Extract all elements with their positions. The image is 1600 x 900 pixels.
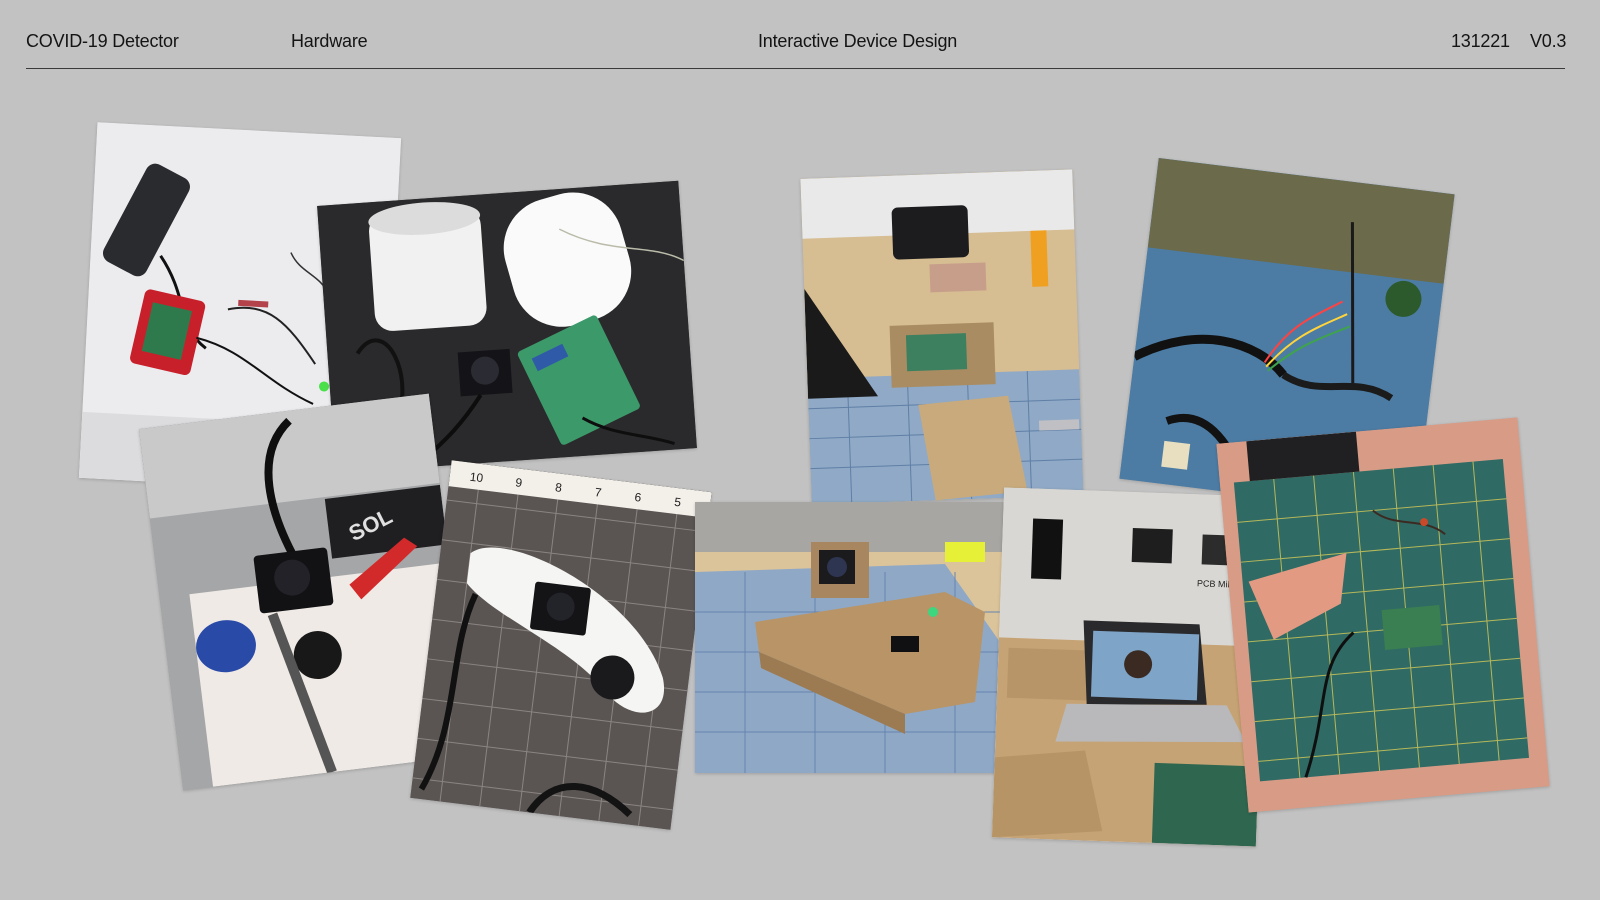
photo-cardboard-box [695,502,1007,773]
page-header: COVID-19 Detector Hardware Interactive D… [0,0,1600,70]
photo-workbench [800,169,1084,505]
photo-cutting-mat-image [1216,417,1550,813]
ruler-mark-10: 10 [469,470,484,486]
date-label: 131221 [1451,31,1510,51]
photo-board-on-mat-image: 10 9 8 7 6 5 [410,460,712,830]
photo-cardboard-box-image [695,502,1007,773]
header-divider [26,68,1565,69]
section-title: Hardware [291,31,368,51]
version-label: V0.3 [1530,31,1567,51]
course-title: Interactive Device Design [758,31,958,51]
project-title: COVID-19 Detector [26,31,179,51]
photo-board-on-mat: 10 9 8 7 6 5 [410,460,712,830]
photo-cutting-mat [1216,417,1550,813]
photo-workbench-image [800,169,1084,505]
